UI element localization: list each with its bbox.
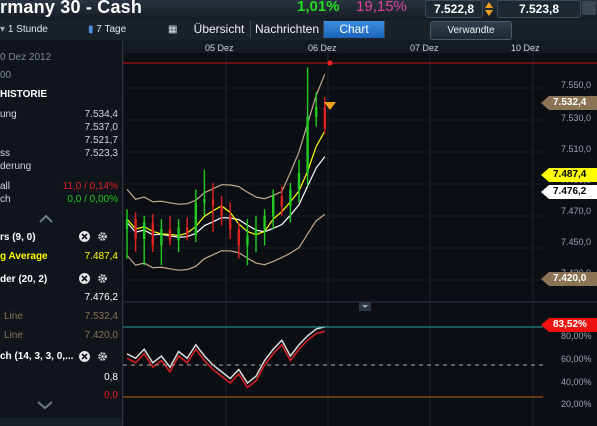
candle-body xyxy=(203,199,206,203)
candle-body xyxy=(229,215,232,229)
indicator-label: der (20, 2) xyxy=(0,274,48,285)
date-label: 06 Dez xyxy=(308,43,337,53)
gear-icon[interactable] xyxy=(97,273,108,284)
candle-body xyxy=(160,228,163,246)
sidebar-time: 00 xyxy=(0,70,12,81)
gear-icon[interactable] xyxy=(97,231,108,242)
collapse-chevron-icon[interactable] xyxy=(38,214,54,224)
row-label: all xyxy=(0,181,11,192)
lower-line-label: Line xyxy=(4,330,23,341)
candle-body xyxy=(168,228,172,241)
remove-indicator-icon[interactable] xyxy=(79,231,90,242)
tab-chart[interactable]: Chart xyxy=(324,21,385,38)
osc-tick-label: 20,00% xyxy=(561,399,592,409)
y-tick-label: 7.450,0 xyxy=(561,237,592,247)
title-bar: rmany 30 - Cash 1,01% 19,15% 7.522,8 7.5… xyxy=(0,0,597,20)
candle-body xyxy=(143,222,146,239)
sidebar-footer xyxy=(0,418,122,426)
row-value: 7.523,3 xyxy=(84,148,118,159)
upper-line-label: Line xyxy=(4,311,23,322)
osc-tick-label: 80,00% xyxy=(561,331,592,341)
row-label: ung xyxy=(0,109,17,120)
row-value: 7.537,0 xyxy=(84,122,118,133)
gear-icon[interactable] xyxy=(97,351,108,362)
lower-line-value: 7.420,0 xyxy=(84,330,118,341)
chart-area[interactable]: 05 Dez 06 Dez 07 Dez 10 Dez 7.550,0 7.53… xyxy=(123,40,597,426)
related-button[interactable]: Verwandte xyxy=(430,21,512,40)
indicator-label: rs (9, 0) xyxy=(0,232,36,243)
candle-body xyxy=(246,235,249,246)
price-tag-upper-line: 7.532,4 xyxy=(541,96,597,110)
candle-body xyxy=(186,227,189,236)
candle-body xyxy=(125,219,129,229)
bid-price[interactable]: 7.522,8 xyxy=(425,0,483,18)
osc-tick-label: 60,00% xyxy=(561,354,592,364)
change-percent: 19,15% xyxy=(356,0,407,15)
candle-body xyxy=(297,172,301,190)
date-label: 07 Dez xyxy=(410,43,439,53)
candle-body xyxy=(280,195,283,206)
expand-chevron-icon[interactable] xyxy=(36,400,54,410)
stochastic-value-2: 0,0 xyxy=(104,390,118,401)
moving-average-label: g Average xyxy=(0,251,48,262)
row-label: derung xyxy=(0,161,32,172)
candle-body xyxy=(323,106,326,129)
candle-body xyxy=(254,228,258,236)
change-value-flat: 0,0 / 0,00% xyxy=(67,194,118,205)
price-tag-bollinger: 7.476,2 xyxy=(541,185,597,199)
calendar-icon[interactable]: ▦ xyxy=(168,23,177,37)
date-label: 10 Dez xyxy=(511,43,540,53)
moving-average-value: 7.487,4 xyxy=(84,251,118,262)
price-tag-moving-average: 7.487,4 xyxy=(541,168,597,182)
candle-body xyxy=(315,106,318,117)
candle-body xyxy=(134,219,137,239)
candle-body xyxy=(194,202,197,236)
resize-handle-icon[interactable] xyxy=(359,302,371,311)
dropdown-arrow-icon: ▾ xyxy=(0,24,8,35)
candle-body xyxy=(237,228,240,246)
tab-overview[interactable]: Übersicht xyxy=(188,21,251,38)
bollinger-value: 7.476,2 xyxy=(84,292,118,303)
change-value-down: 11,0 / 0,14% xyxy=(62,181,118,192)
y-tick-label: 7.470,0 xyxy=(561,206,592,216)
history-title: HISTORIE xyxy=(0,89,48,100)
stochastic-label: ch (14, 3, 3, 0,... xyxy=(0,351,74,362)
candle-body xyxy=(263,215,266,229)
price-chart[interactable] xyxy=(123,40,597,426)
osc-tick-label: 40,00% xyxy=(561,377,592,387)
chart-toolbar: ▾ 1 Stunde ▮ 7 Tage ▦ Übersicht Nachrich… xyxy=(0,20,597,41)
direction-arrow-icon xyxy=(485,2,493,16)
row-label: ch xyxy=(0,194,11,205)
candle-body xyxy=(177,227,180,241)
candle-body xyxy=(211,199,215,206)
stochastic-value: 0,8 xyxy=(104,372,118,383)
sidebar: 0 Dez 2012 00 HISTORIE ung 7.534,4 7.537… xyxy=(0,40,123,426)
candle-body xyxy=(272,195,275,216)
remove-indicator-icon[interactable] xyxy=(79,351,90,362)
candle-body xyxy=(289,189,292,206)
row-label: ss xyxy=(0,148,10,159)
oscillator-tag: 83,52% xyxy=(541,318,597,332)
ask-price[interactable]: 7.523,8 xyxy=(497,0,581,18)
candle-body xyxy=(151,222,154,246)
instrument-title: rmany 30 - Cash xyxy=(0,0,143,17)
tab-news[interactable]: Nachrichten xyxy=(251,21,324,38)
price-tag-lower-line: 7.420,0 xyxy=(541,272,597,286)
close-icon[interactable] xyxy=(582,1,596,15)
interval-selector[interactable]: ▾ 1 Stunde xyxy=(0,23,48,37)
upper-line-value: 7.532,4 xyxy=(84,311,118,322)
period-selector[interactable]: ▮ 7 Tage xyxy=(88,23,126,37)
y-tick-label: 7.510,0 xyxy=(561,144,592,154)
y-tick-label: 7.550,0 xyxy=(561,80,592,90)
remove-indicator-icon[interactable] xyxy=(79,273,90,284)
sidebar-date: 0 Dez 2012 xyxy=(0,52,52,63)
row-value: 7.521,7 xyxy=(84,135,118,146)
date-label: 05 Dez xyxy=(205,43,234,53)
row-value: 7.534,4 xyxy=(84,109,118,120)
candle-body xyxy=(306,116,309,173)
change-points: 1,01% xyxy=(297,0,340,15)
candle-body xyxy=(220,205,223,216)
y-tick-label: 7.530,0 xyxy=(561,113,592,123)
